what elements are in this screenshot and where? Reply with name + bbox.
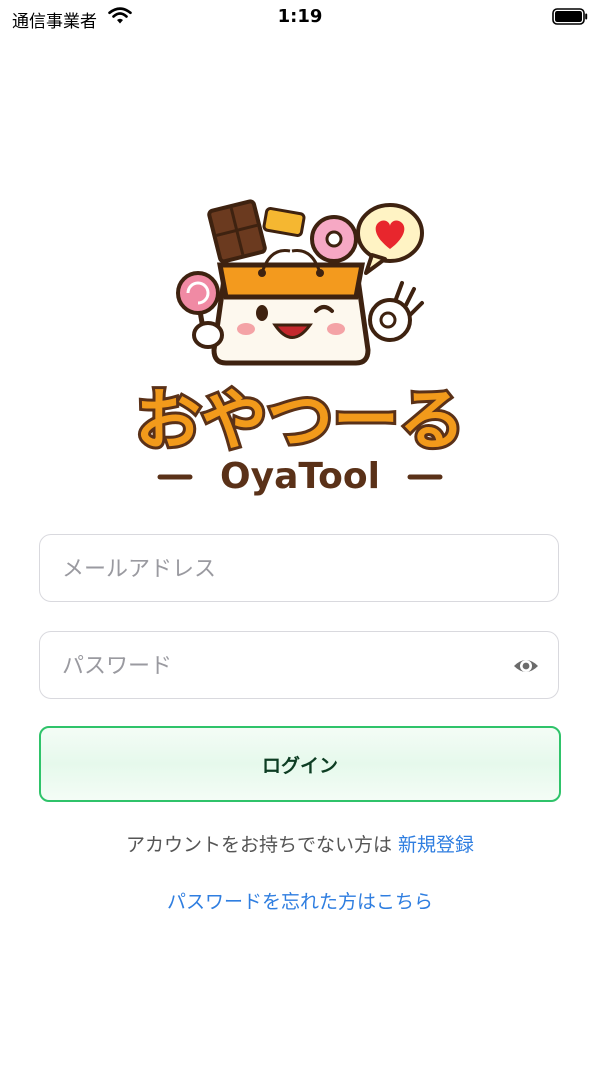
eye-icon[interactable] — [512, 654, 540, 678]
login-button-label: ログイン — [261, 754, 338, 777]
forgot-password-link[interactable]: パスワードを忘れた方はこちら — [0, 887, 600, 914]
chocolate-icon — [207, 199, 267, 264]
email-field[interactable] — [39, 534, 559, 603]
heart-bubble-icon — [356, 203, 424, 275]
email-input[interactable] — [60, 535, 504, 603]
ok-hand-icon — [368, 281, 424, 342]
password-field[interactable] — [39, 631, 559, 700]
login-button[interactable]: ログイン — [39, 726, 561, 802]
signup-link[interactable]: 新規登録 — [398, 834, 474, 856]
status-bar: 通信事業者 1:19 — [0, 0, 600, 36]
password-input[interactable] — [60, 632, 504, 700]
bag-character-icon — [211, 248, 371, 366]
battery-icon — [552, 8, 588, 25]
logo-title-en: OyaTool — [220, 456, 380, 497]
signup-prompt: アカウントをお持ちでない方は — [125, 834, 392, 856]
app-logo: おやつーる OyaTool — [132, 199, 468, 497]
clock: 1:19 — [277, 6, 323, 27]
logo-title-jp: おやつーる — [135, 382, 465, 459]
lollipop-icon — [176, 271, 224, 349]
signup-row: アカウントをお持ちでない方は 新規登録 — [0, 830, 600, 857]
